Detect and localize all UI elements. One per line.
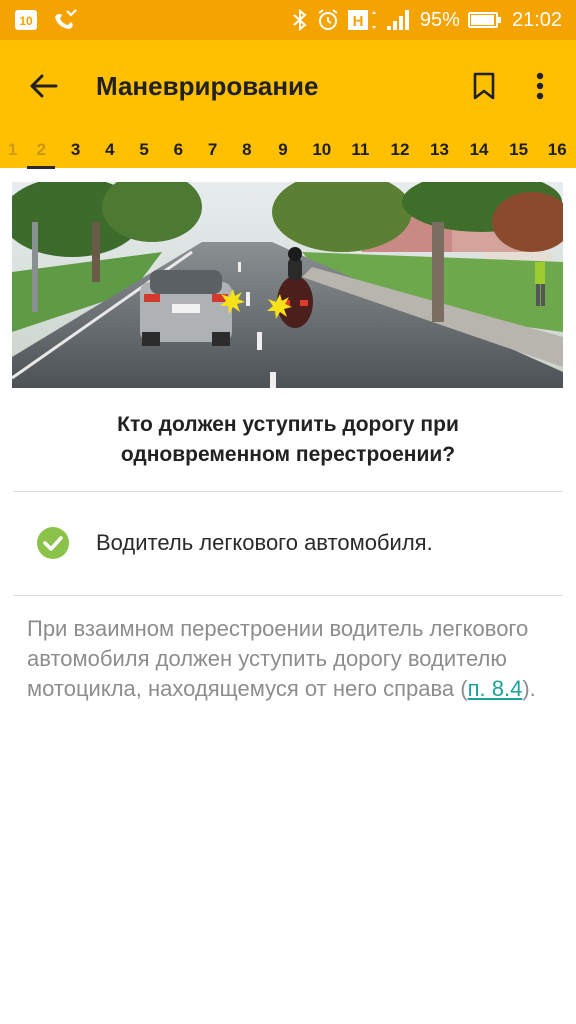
clock: 21:02 <box>511 8 562 31</box>
more-options-button[interactable] <box>520 64 560 108</box>
check-circle-icon <box>37 527 69 559</box>
question-text: Кто должен уступить дорогу при одновреме… <box>117 413 459 466</box>
explanation: При взаимном перестроении водитель легко… <box>27 614 547 704</box>
answer-option[interactable]: Водитель легкового автомобиля. <box>36 526 433 560</box>
tab-5[interactable]: 5 <box>130 132 158 168</box>
svg-text:H: H <box>352 13 363 30</box>
alarm-icon <box>316 8 340 32</box>
signal-icon <box>386 8 412 32</box>
tab-9[interactable]: 9 <box>267 132 299 168</box>
tab-3[interactable]: 3 <box>61 132 89 168</box>
app-bar: Маневрирование <box>0 40 576 132</box>
tab-14[interactable]: 14 <box>459 132 499 168</box>
network-h-icon: H <box>347 8 378 32</box>
tab-12[interactable]: 12 <box>380 132 420 168</box>
rule-link[interactable]: п. 8.4 <box>468 676 523 701</box>
more-vert-icon <box>536 72 544 100</box>
bookmark-button[interactable] <box>464 64 504 108</box>
tab-6[interactable]: 6 <box>164 132 192 168</box>
status-bar: 10 H 95% 21:02 <box>0 0 576 40</box>
battery-icon <box>467 12 501 28</box>
tab-10[interactable]: 10 <box>303 132 341 168</box>
page-title: Маневрирование <box>96 70 319 101</box>
tab-2[interactable]: 2 <box>27 132 56 169</box>
tab-16[interactable]: 16 <box>538 132 576 168</box>
battery-percent: 95% <box>419 8 460 31</box>
tab-7[interactable]: 7 <box>198 132 226 168</box>
arrow-left-icon <box>30 74 58 98</box>
notification-app-icon: 10 <box>14 9 38 31</box>
tab-11[interactable]: 11 <box>341 132 381 168</box>
bookmark-icon <box>473 72 495 100</box>
svg-text:10: 10 <box>19 14 33 28</box>
question-tabs: 1 2 3 4 5 6 7 8 9 10 11 12 13 14 15 16 <box>0 132 576 169</box>
explanation-tail: ). <box>522 676 536 701</box>
tab-8[interactable]: 8 <box>233 132 261 168</box>
divider-bottom <box>13 595 563 596</box>
answer-text: Водитель легкового автомобиля. <box>96 530 433 555</box>
tab-4[interactable]: 4 <box>96 132 124 168</box>
question-image <box>12 182 563 388</box>
tab-13[interactable]: 13 <box>420 132 460 168</box>
back-button[interactable] <box>22 64 66 108</box>
tab-1[interactable]: 1 <box>6 132 19 168</box>
explanation-text: При взаимном перестроении водитель легко… <box>27 616 529 701</box>
bluetooth-icon <box>292 8 308 32</box>
missed-call-icon <box>52 9 78 31</box>
divider-top <box>13 491 563 492</box>
tab-15[interactable]: 15 <box>499 132 539 168</box>
